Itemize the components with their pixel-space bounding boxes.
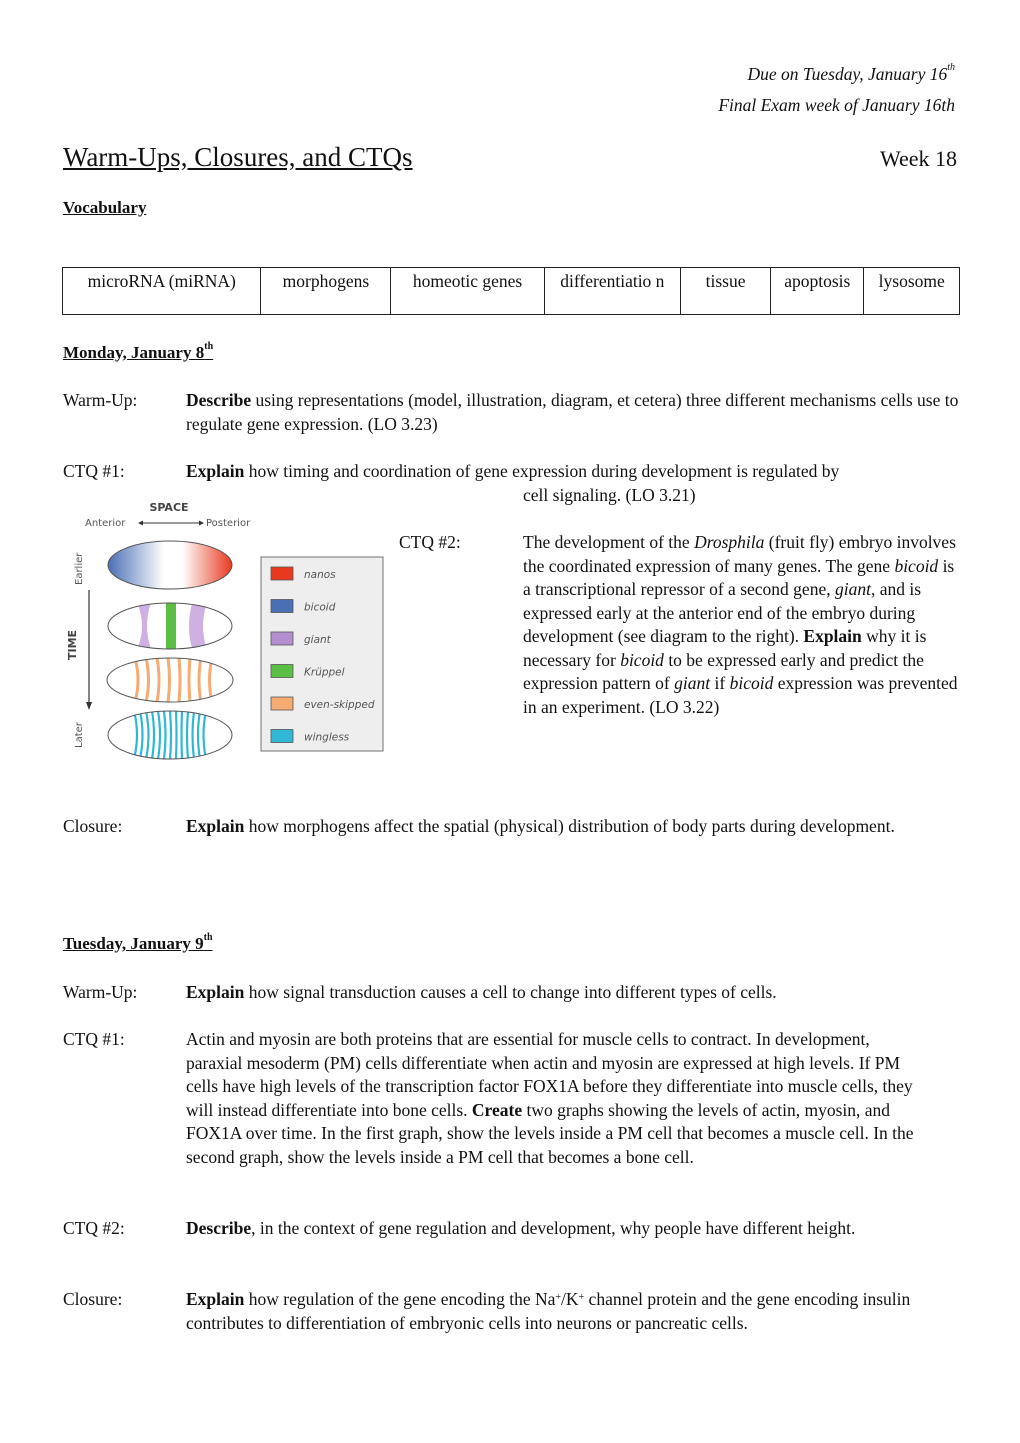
tuesday-ctq2: CTQ #2: Describe, in the context of gene… <box>63 1217 960 1241</box>
vocabulary-row: microRNA (miRNA) morphogens homeotic gen… <box>61 267 960 315</box>
monday-heading-text: Monday, January 8 <box>63 343 205 362</box>
anterior-label: Anterior <box>85 518 126 529</box>
superscript: + <box>555 1292 562 1303</box>
gene-name: bicoid <box>894 555 939 576</box>
task-verb: Explain <box>186 816 245 836</box>
gene-name: giant <box>674 673 711 693</box>
legend-label: Krüppel <box>304 667 345 679</box>
ctq1-text-line2: cell signaling. (LO 3.21) <box>523 484 696 505</box>
gene-name: giant <box>834 579 871 599</box>
task-verb: Explain <box>803 626 862 646</box>
legend-label: bicoid <box>304 602 336 614</box>
task-verb: Explain <box>186 1289 245 1309</box>
space-label: SPACE <box>149 501 188 514</box>
ctq2-text: Describe, in the context of gene regulat… <box>186 1217 960 1241</box>
species-name: Drosphila <box>694 532 765 552</box>
legend-label: wingless <box>304 732 350 744</box>
vocab-term: morphogens <box>260 267 392 315</box>
ctq2-label: CTQ #2: <box>63 1218 125 1238</box>
posterior-label: Posterior <box>206 518 251 529</box>
closure-text: Explain how regulation of the gene encod… <box>186 1288 960 1335</box>
arrow-left-icon <box>138 520 143 526</box>
monday-closure: Closure: Explain how morphogens affect t… <box>63 815 960 839</box>
ctq1-label: CTQ #1: <box>63 1029 125 1049</box>
vocab-term: homeotic genes <box>390 267 545 315</box>
embryo-early <box>107 540 233 590</box>
tuesday-heading-text: Tuesday, January 9 <box>63 934 204 953</box>
tuesday-warmup: Warm-Up: Explain how signal transduction… <box>63 981 960 1005</box>
warmup-label: Warm-Up: <box>63 390 138 410</box>
ctq1-text: Explain how timing and coordination of g… <box>186 460 960 484</box>
task-verb: Create <box>471 1099 523 1120</box>
prompt-text: how timing and coordination of gene expr… <box>244 461 840 481</box>
prompt-text: if <box>710 673 730 693</box>
closure-label: Closure: <box>63 816 123 836</box>
vocabulary-heading: Vocabulary <box>63 198 147 217</box>
due-date: Due on Tuesday, January 16th <box>747 62 955 85</box>
vocab-term: apoptosis <box>770 267 865 315</box>
monday-ctq2: CTQ #2: The development of the Drosphila… <box>399 531 960 719</box>
task-verb: Explain <box>186 461 245 481</box>
week-label: Week 18 <box>879 146 957 171</box>
legend-swatch <box>270 631 294 646</box>
monday-heading-sup: th <box>204 341 214 352</box>
time-label: TIME <box>66 630 79 660</box>
exam-date: Final Exam week of January 16th <box>718 95 955 115</box>
warmup-label: Warm-Up: <box>63 982 138 1002</box>
vocabulary-table: microRNA (miRNA) morphogens homeotic gen… <box>61 267 960 315</box>
earlier-label: Earlier <box>74 552 85 585</box>
prompt-text: , in the context of gene regulation and … <box>251 1218 856 1238</box>
legend-swatch <box>270 599 294 613</box>
arrow-right-icon <box>199 520 204 526</box>
superscript: + <box>578 1292 585 1303</box>
due-date-text: Due on Tuesday, January 16 <box>747 64 948 84</box>
vocab-term: differentiatio n <box>543 267 682 315</box>
prompt-text: how morphogens affect the spatial (physi… <box>244 816 895 836</box>
prompt-text: using representations (model, illustrati… <box>186 390 959 434</box>
warmup-text: Describe using representations (model, i… <box>186 389 960 436</box>
tuesday-heading: Tuesday, January 9th <box>63 932 213 954</box>
legend-label: even-skipped <box>304 699 375 711</box>
monday-heading: Monday, January 8th <box>63 341 214 363</box>
ctq1-text: Actin and myosin are both proteins that … <box>186 1028 920 1169</box>
page-title: Warm-Ups, Closures, and CTQs <box>63 142 413 172</box>
prompt-text: how signal transduction causes a cell to… <box>244 982 777 1002</box>
embryo-gap-genes <box>108 603 232 649</box>
prompt-text: /K <box>561 1289 579 1309</box>
tuesday-ctq1: CTQ #1: Actin and myosin are both protei… <box>63 1028 960 1169</box>
gene-name: bicoid <box>620 649 664 670</box>
ctq2-label: CTQ #2: <box>399 532 461 552</box>
legend-swatch <box>270 566 294 581</box>
legend-swatch <box>270 696 294 711</box>
vocab-term: microRNA (miRNA) <box>61 267 262 315</box>
legend-swatch <box>270 729 294 743</box>
arrow-down-icon <box>86 702 92 710</box>
gene-name: bicoid <box>729 673 774 693</box>
warmup-text: Explain how signal transduction causes a… <box>186 981 960 1005</box>
task-verb: Describe <box>186 390 252 410</box>
legend-label: nanos <box>304 569 336 581</box>
due-date-sup: th <box>947 62 955 73</box>
ctq2-text: The development of the Drosphila (fruit … <box>523 531 960 719</box>
closure-label: Closure: <box>63 1289 123 1309</box>
task-verb: Explain <box>186 982 245 1002</box>
legend-label: giant <box>304 634 332 646</box>
monday-warmup: Warm-Up: Describe using representations … <box>63 389 960 436</box>
tuesday-heading-sup: th <box>203 932 213 943</box>
later-label: Later <box>74 721 85 748</box>
task-verb: Describe <box>186 1218 252 1238</box>
ctq1-label: CTQ #1: <box>63 461 125 481</box>
tuesday-closure: Closure: Explain how regulation of the g… <box>63 1288 960 1335</box>
drosophila-embryo-diagram: SPACE Anterior Posterior Earlier TIME La… <box>58 495 388 765</box>
legend-box <box>260 556 384 752</box>
vocab-term: lysosome <box>863 267 960 315</box>
vocab-term: tissue <box>679 267 772 315</box>
prompt-text: how regulation of the gene encoding the … <box>244 1289 556 1309</box>
prompt-text: The development of the <box>523 532 695 552</box>
closure-text: Explain how morphogens affect the spatia… <box>186 815 960 839</box>
legend-swatch <box>270 664 294 678</box>
